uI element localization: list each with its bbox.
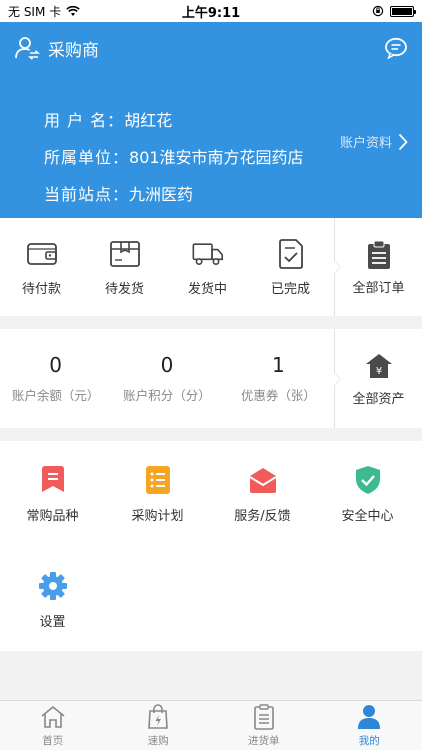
user-switch-icon [15,37,40,60]
clipboard-icon [253,704,274,730]
order-status-list: 待付款 待发货 发货中 已完成 [0,218,334,316]
header-top-bar: 采购商 [0,22,422,74]
service-purchase-plan[interactable]: 采购计划 [105,465,210,524]
asset-coupons[interactable]: 1 优惠券（张） [223,329,334,428]
profile-info: 用 户 名： 胡红花 所属单位： 801淮安市南方花园药店 当前站点： 九洲医药 [44,102,304,213]
service-security-center-label: 安全中心 [341,509,394,524]
chevron-right-icon [398,133,408,150]
all-orders-button[interactable]: 全部订单 [334,218,422,316]
order-completed[interactable]: 已完成 [249,218,332,316]
bag-icon [148,704,169,729]
list-icon [145,466,170,494]
order-pending-payment-label: 待付款 [21,281,61,297]
svg-text:¥: ¥ [375,366,381,377]
status-bar: 无 SIM 卡 上午9:11 [0,0,422,22]
asset-list: 0 账户余额（元） 0 账户积分（分） 1 优惠券（张） [0,329,334,428]
order-shipping-label: 发货中 [187,281,227,297]
tab-quick-buy-label: 速购 [147,735,169,747]
asset-points-value: 0 [160,353,174,377]
gear-icon [38,572,67,600]
orders-section: 待付款 待发货 发货中 已完成 全部订单 [0,218,422,316]
service-settings[interactable]: 设置 [0,571,105,630]
all-assets-button[interactable]: ¥ 全部资产 [334,329,422,428]
shield-icon [355,466,380,494]
header-title-group[interactable]: 采购商 [14,35,99,61]
service-security-center[interactable]: 安全中心 [315,465,420,524]
person-icon [358,705,381,729]
account-info-label: 账户资料 [339,136,392,151]
service-settings-label: 设置 [39,615,66,630]
status-left: 无 SIM 卡 [8,3,80,20]
asset-coupons-value: 1 [271,353,285,377]
tab-purchase-list-label: 进货单 [248,735,280,747]
bottom-tab-bar: 首页 速购 进货单 我的 [0,700,422,750]
site-value: 九洲医药 [129,185,194,204]
site-line: 当前站点： 九洲医药 [44,176,304,213]
status-right [372,5,416,17]
mail-icon [248,468,277,493]
wifi-icon [66,5,80,16]
tab-home-label: 首页 [42,735,64,747]
asset-balance[interactable]: 0 账户余额（元） [0,329,111,428]
profile-header: 采购商 用 户 名： 胡红花 所属单位： 801淮安市南方花园药店 当前站点： … [0,22,422,218]
service-feedback[interactable]: 服务/反馈 [210,465,315,524]
order-completed-label: 已完成 [270,281,310,297]
service-purchase-plan-label: 采购计划 [131,509,184,524]
all-orders-label: 全部订单 [352,280,405,296]
unit-label: 所属单位： [44,148,130,167]
home-icon [41,705,65,728]
assets-section: 0 账户余额（元） 0 账户积分（分） 1 优惠券（张） ¥ 全部资产 [0,329,422,428]
package-icon [109,240,140,267]
asset-house-icon: ¥ [365,354,392,378]
tab-quick-buy[interactable]: 速购 [106,701,212,750]
service-feedback-label: 服务/反馈 [234,509,291,524]
header-title: 采购商 [48,40,99,61]
wallet-icon [26,242,57,265]
unit-line: 所属单位： 801淮安市南方花园药店 [44,139,304,176]
service-frequent-items-label: 常购品种 [26,509,79,524]
order-pending-shipment[interactable]: 待发货 [83,218,166,316]
order-pending-payment[interactable]: 待付款 [0,218,83,316]
battery-icon [390,5,416,17]
tab-mine[interactable]: 我的 [317,701,422,750]
order-pending-shipment-label: 待发货 [104,281,144,297]
tab-purchase-list[interactable]: 进货单 [211,701,317,750]
orientation-lock-icon [372,5,384,17]
message-icon[interactable] [384,37,408,59]
carrier-text: 无 SIM 卡 [8,4,62,19]
username-label: 用 户 名： [44,111,125,130]
asset-balance-value: 0 [49,353,63,377]
tab-mine-label: 我的 [358,735,380,747]
asset-coupons-label: 优惠券（张） [240,388,316,403]
bookmark-icon [41,466,64,492]
asset-balance-label: 账户余额（元） [11,388,100,403]
username-value: 胡红花 [124,111,173,130]
all-assets-label: 全部资产 [352,392,405,407]
done-doc-icon [278,238,303,269]
unit-value: 801淮安市南方花园药店 [129,148,304,167]
site-label: 当前站点： [44,185,130,204]
account-info-link[interactable]: 账户资料 [340,132,408,151]
username-line: 用 户 名： 胡红花 [44,102,304,139]
service-frequent-items[interactable]: 常购品种 [0,465,105,524]
asset-points-label: 账户积分（分） [123,388,211,403]
clipboard-list-icon [367,240,390,269]
tab-home[interactable]: 首页 [0,701,106,750]
order-shipping[interactable]: 发货中 [166,218,249,316]
services-section: 常购品种 采购计划 服务/反馈 安全中心 设置 [0,441,422,651]
asset-points[interactable]: 0 账户积分（分） [111,329,222,428]
truck-icon [192,242,223,265]
